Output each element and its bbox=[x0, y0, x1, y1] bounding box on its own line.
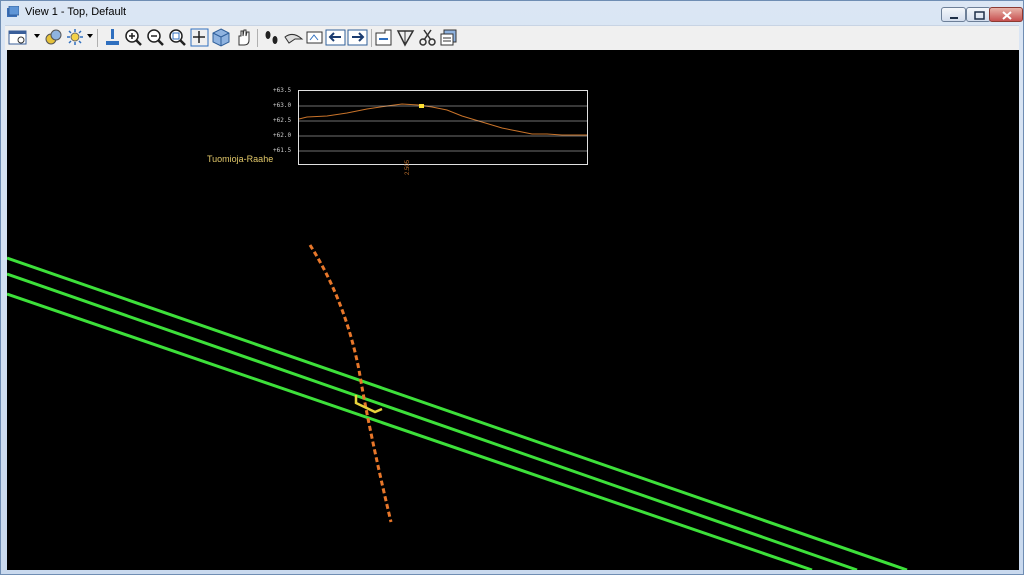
profile-y-label: +62.5 bbox=[273, 117, 292, 124]
toolbar-separator bbox=[371, 29, 372, 47]
profile-y-label: +62.0 bbox=[273, 132, 292, 139]
view-attributes-dropdown[interactable] bbox=[34, 34, 40, 38]
window-area-button[interactable] bbox=[167, 27, 188, 48]
walk-button[interactable] bbox=[261, 27, 282, 48]
window-area-icon bbox=[169, 29, 186, 46]
level-display-icon bbox=[45, 29, 62, 45]
footprints-icon bbox=[265, 31, 278, 44]
clip-mask-icon bbox=[396, 30, 415, 47]
rotate-cube-icon bbox=[212, 28, 230, 47]
clip-volume-icon bbox=[375, 29, 392, 46]
fit-view-icon bbox=[190, 28, 209, 47]
maximize-button[interactable] bbox=[966, 7, 991, 22]
view-attributes-icon bbox=[8, 30, 27, 45]
minimize-icon bbox=[950, 17, 958, 19]
toolbar-separator bbox=[257, 29, 258, 47]
longitudinal-profile-panel bbox=[298, 90, 588, 165]
update-view-button[interactable] bbox=[102, 27, 123, 48]
close-button[interactable] bbox=[989, 7, 1023, 22]
view-next-button[interactable] bbox=[347, 27, 368, 48]
pan-view-button[interactable] bbox=[233, 27, 254, 48]
rotate-view-button[interactable] bbox=[211, 27, 232, 48]
display-style-icon bbox=[67, 29, 83, 45]
view-previous-clip-button[interactable] bbox=[304, 27, 325, 48]
toolbar-separator bbox=[97, 29, 98, 47]
window-title: View 1 - Top, Default bbox=[25, 6, 127, 18]
fit-view-button[interactable] bbox=[189, 27, 210, 48]
brush-icon bbox=[106, 29, 119, 45]
glider-icon bbox=[284, 33, 304, 44]
copy-view-icon bbox=[440, 29, 457, 46]
display-style-button[interactable] bbox=[65, 27, 86, 48]
arrow-left-icon bbox=[325, 29, 346, 46]
arrow-right-icon bbox=[347, 29, 368, 46]
camera-icon bbox=[306, 31, 323, 44]
profile-name-label: Tuomioja-Raahe bbox=[207, 154, 274, 164]
level-display-button[interactable] bbox=[43, 27, 64, 48]
profile-y-label: +61.5 bbox=[273, 147, 292, 154]
view-attributes-button[interactable] bbox=[7, 27, 33, 48]
track-line-upper bbox=[7, 256, 908, 570]
view-previous-button[interactable] bbox=[325, 27, 346, 48]
fly-button[interactable] bbox=[283, 27, 304, 48]
scissors-icon bbox=[419, 29, 436, 46]
zoom-out-icon bbox=[147, 29, 164, 46]
hand-icon bbox=[238, 29, 250, 46]
display-style-dropdown[interactable] bbox=[87, 34, 93, 38]
zoom-out-button[interactable] bbox=[145, 27, 166, 48]
drawing-viewport[interactable]: +63.5 +63.0 +62.5 +62.0 +61.5 Tuomioja-R… bbox=[7, 50, 1019, 570]
zoom-in-button[interactable] bbox=[123, 27, 144, 48]
profile-y-label: +63.0 bbox=[273, 102, 292, 109]
copy-view-button[interactable] bbox=[438, 27, 459, 48]
clear-clip-button[interactable] bbox=[417, 27, 438, 48]
view-window-icon bbox=[7, 6, 19, 17]
station-label: 2.505 bbox=[405, 159, 411, 175]
view-toolbar bbox=[5, 25, 1019, 50]
clip-volume-button[interactable] bbox=[373, 27, 394, 48]
title-bar[interactable]: View 1 - Top, Default bbox=[1, 1, 1023, 25]
zoom-in-icon bbox=[125, 29, 142, 46]
profile-y-label: +63.5 bbox=[273, 87, 292, 94]
minimize-button[interactable] bbox=[941, 7, 966, 22]
view-window: View 1 - Top, Default +63.5 +63.0 +62.5 … bbox=[0, 0, 1024, 575]
track-line-lower bbox=[7, 292, 813, 570]
track-line-middle bbox=[7, 272, 858, 570]
clip-mask-button[interactable] bbox=[395, 27, 416, 48]
close-icon bbox=[1002, 11, 1012, 20]
